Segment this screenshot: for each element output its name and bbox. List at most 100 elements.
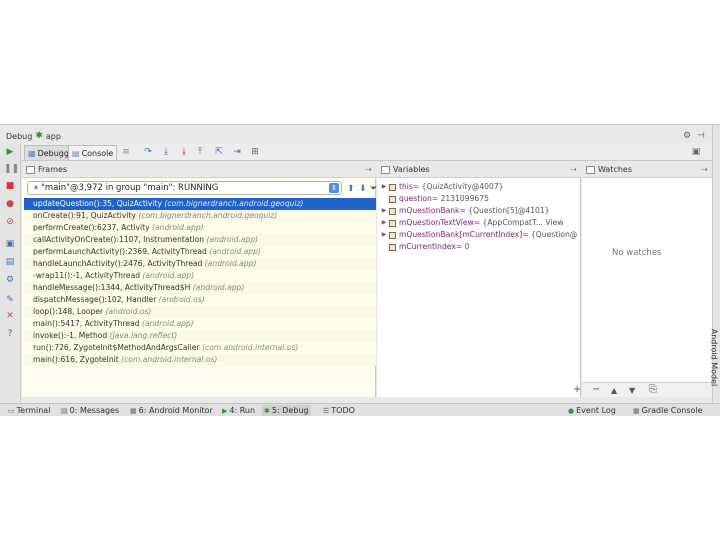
restore-window-icon[interactable]: ▣	[690, 146, 702, 158]
variable-name: mQuestionBank[mCurrentIndex]	[399, 230, 523, 239]
stack-frame[interactable]: -wrap11():-1, ActivityThread (android.ap…	[24, 270, 376, 282]
restore-layout-icon[interactable]: ▤	[4, 256, 16, 268]
variables-restore-icon[interactable]: ⇢	[570, 165, 577, 174]
settings-icon[interactable]: ⚙	[683, 131, 691, 141]
gradle-console-tab[interactable]: ▦ Gradle Console	[631, 405, 705, 416]
frames-restore-icon[interactable]: ⇢	[365, 165, 372, 174]
frame-package: (android.os)	[105, 307, 152, 316]
tab-console[interactable]: ▤ Console	[68, 145, 118, 160]
resume-icon[interactable]: ▶	[4, 146, 16, 158]
event-log-label: Event Log	[576, 406, 616, 415]
android-monitor-tab[interactable]: ▦ 6: Android Monitor	[128, 405, 215, 416]
terminal-tab[interactable]: ▭ Terminal	[6, 405, 52, 416]
variable-row[interactable]: ▶ mQuestionTextView = {AppCompatT... View	[379, 217, 579, 229]
expand-arrow-icon[interactable]: ▶	[379, 205, 389, 217]
thread-selector[interactable]: ⏸ "main"@3,972 in group "main": RUNNING …	[27, 181, 342, 195]
expand-arrow-icon[interactable]: ▶	[379, 181, 389, 193]
frame-method: main():616, ZygoteInit	[33, 355, 119, 364]
force-step-into-icon[interactable]: ⤓	[178, 146, 190, 158]
stack-frame[interactable]: performCreate():6237, Activity (android.…	[24, 222, 376, 234]
frame-method: handleMessage():1344, ActivityThread$H	[33, 283, 191, 292]
step-into-icon[interactable]: ⤓	[160, 146, 172, 158]
variable-name: mCurrentIndex	[399, 242, 456, 251]
stack-frame[interactable]: handleLaunchActivity():2476, ActivityThr…	[24, 258, 376, 270]
evaluate-expression-icon[interactable]: ⊞	[249, 146, 261, 158]
stack-frame[interactable]: invoke():-1, Method (java.lang.reflect)	[24, 330, 376, 342]
watches-toolbar: + − ▲ ▼ ⎘	[573, 382, 712, 397]
move-down-icon[interactable]: ▼	[629, 386, 635, 395]
stack-frame[interactable]: run():726, ZygoteInit$MethodAndArgsCalle…	[24, 342, 376, 354]
debugger-tab-icon: ▦	[28, 148, 36, 158]
left-debug-toolbar: ▶ ❚❚ ■ ● ⊘ ▣ ▤ ⚙ ✎ ✕ ?	[0, 143, 21, 403]
frames-title: Frames	[38, 165, 68, 174]
pin-icon[interactable]: ✎	[4, 294, 16, 306]
move-up-icon[interactable]: ▲	[611, 386, 617, 395]
run-icon: ▶	[222, 407, 228, 415]
get-thread-dump-icon[interactable]: ▣	[4, 238, 16, 250]
expand-arrow-icon[interactable]: ▶	[379, 217, 389, 229]
variable-value: = {QuizActivity@4007}	[412, 182, 504, 191]
stack-frame[interactable]: onCreate():91, QuizActivity (com.bignerd…	[24, 210, 376, 222]
frame-package: (android.app)	[142, 271, 195, 280]
android-monitor-label: 6: Android Monitor	[138, 406, 213, 415]
stack-frame[interactable]: performLaunchActivity():2369, ActivityTh…	[24, 246, 376, 258]
copy-icon[interactable]: ⎘	[649, 384, 657, 395]
stack-frame[interactable]: updateQuestion():35, QuizActivity (com.b…	[24, 198, 376, 210]
help-icon[interactable]: ?	[4, 328, 16, 340]
drop-frame-icon[interactable]: ⇱	[213, 146, 225, 158]
remove-watch-icon[interactable]: −	[592, 384, 600, 395]
mute-breakpoints-icon[interactable]: ⊘	[4, 216, 16, 228]
stack-frame[interactable]: main():5417, ActivityThread (android.app…	[24, 318, 376, 330]
frame-method: performCreate():6237, Activity	[33, 223, 150, 232]
variable-name: this	[399, 182, 413, 191]
debug-tab[interactable]: ✱ 5: Debug	[262, 405, 311, 416]
variable-row[interactable]: ▶ mQuestionBank[mCurrentIndex] = {Questio…	[379, 229, 579, 241]
ide-window: Debug ✱ app ⚙ ⊣ ▶ ❚❚ ■ ● ⊘ ▣ ▤ ⚙ ✎ ✕ ? ▦…	[0, 124, 720, 416]
stack-frame[interactable]: dispatchMessage():102, Handler (android.…	[24, 294, 376, 306]
watches-panel: Watches ⇢ No watches + − ▲ ▼ ⎘	[573, 162, 712, 397]
variable-row[interactable]: mCurrentIndex = 0	[379, 241, 579, 253]
right-tool-strip: Android Model	[709, 125, 720, 403]
stack-frame[interactable]: callActivityOnCreate():1107, Instrumenta…	[24, 234, 376, 246]
watches-restore-icon[interactable]: ⇢	[701, 165, 708, 174]
android-model-tab[interactable]: Android Model	[709, 329, 718, 387]
step-over-icon[interactable]: ↷	[142, 146, 154, 158]
variables-title: Variables	[393, 165, 430, 174]
messages-icon: ▤	[61, 407, 68, 415]
variable-row[interactable]: ▶ mQuestionBank = {Question[5]@4101}	[379, 205, 579, 217]
field-icon	[389, 183, 396, 191]
event-log-tab[interactable]: ● Event Log	[566, 405, 618, 416]
pause-icon[interactable]: ❚❚	[4, 163, 19, 175]
step-out-icon[interactable]: ⤒	[194, 146, 206, 158]
frame-method: invoke():-1, Method	[33, 331, 108, 340]
expand-arrow-icon[interactable]: ▶	[379, 229, 389, 241]
run-tab[interactable]: ▶ 4: Run	[220, 405, 257, 416]
frame-package: (com.bignerdranch.android.geoquiz)	[164, 199, 304, 208]
settings-strip-icon[interactable]: ⚙	[4, 274, 16, 286]
terminal-icon: ▭	[8, 407, 15, 415]
up-arrow-icon[interactable]: ⬆	[347, 184, 355, 194]
stack-frame[interactable]: handleMessage():1344, ActivityThread$H (…	[24, 282, 376, 294]
chevron-up-down-icon[interactable]: ⇕	[329, 183, 339, 193]
todo-tab[interactable]: ☰ TODO	[321, 405, 357, 416]
variables-icon	[381, 165, 390, 174]
stack-frame[interactable]: loop():148, Looper (android.os)	[24, 306, 376, 318]
run-to-cursor-icon[interactable]: ⇥	[231, 146, 243, 158]
frame-method: performLaunchActivity():2369, ActivityTh…	[33, 247, 207, 256]
variable-row[interactable]: question = 2131099675	[379, 193, 579, 205]
frames-header: Frames ⇢	[22, 162, 376, 178]
stop-icon[interactable]: ■	[4, 180, 16, 192]
close-icon[interactable]: ✕	[4, 310, 16, 322]
toolbar-menu-icon[interactable]: ≡	[120, 146, 132, 158]
run-config-label: app	[45, 131, 61, 141]
variable-row[interactable]: ▶ this = {QuizActivity@4007}	[379, 181, 579, 193]
add-watch-icon[interactable]: +	[573, 384, 581, 395]
variable-value: = 2131099675	[431, 194, 489, 203]
messages-tab[interactable]: ▤ 0: Messages	[59, 405, 121, 416]
down-arrow-icon[interactable]: ⬇	[359, 184, 367, 194]
stack-frame[interactable]: main():616, ZygoteInit (com.android.inte…	[24, 354, 376, 366]
view-breakpoints-icon[interactable]: ●	[4, 198, 16, 210]
hide-icon[interactable]: ⊣	[697, 131, 705, 141]
frame-package: (com.android.internal.os)	[202, 343, 299, 352]
field-icon	[389, 219, 396, 227]
